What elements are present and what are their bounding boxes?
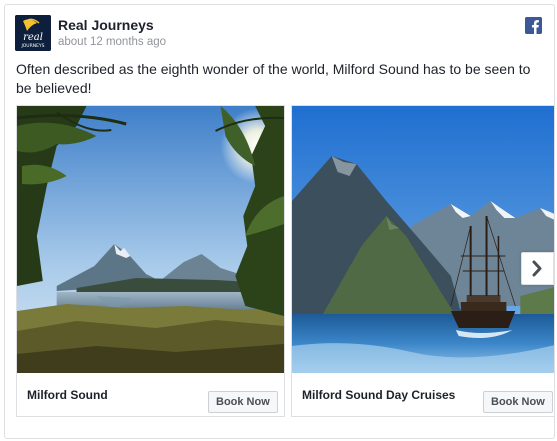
carousel-card-day-cruises[interactable]: Milford Sound Day Cruises Book Now xyxy=(291,105,554,417)
card-title[interactable]: Milford Sound xyxy=(27,388,108,402)
carousel: Milford Sound Book Now Milford Sound Day… xyxy=(16,105,554,438)
carousel-next-button[interactable] xyxy=(521,252,554,285)
lake-mountain-photo[interactable] xyxy=(17,106,284,373)
carousel-card-milford-sound[interactable]: Milford Sound Book Now xyxy=(16,105,285,417)
chevron-right-icon xyxy=(532,260,542,277)
ship-fjord-photo[interactable] xyxy=(292,106,554,373)
facebook-icon[interactable] xyxy=(525,17,542,34)
svg-text:real: real xyxy=(23,32,43,43)
card-title[interactable]: Milford Sound Day Cruises xyxy=(302,388,455,402)
post-text: Often described as the eighth wonder of … xyxy=(16,61,531,96)
svg-text:JOURNEYS: JOURNEYS xyxy=(20,43,44,49)
page-name[interactable]: Real Journeys xyxy=(58,17,154,33)
post-card: real JOURNEYS Real Journeys about 12 mon… xyxy=(4,4,555,439)
post-timestamp[interactable]: about 12 months ago xyxy=(58,36,166,48)
page-logo[interactable]: real JOURNEYS xyxy=(15,15,51,51)
book-now-button[interactable]: Book Now xyxy=(483,391,553,413)
book-now-button[interactable]: Book Now xyxy=(208,391,278,413)
